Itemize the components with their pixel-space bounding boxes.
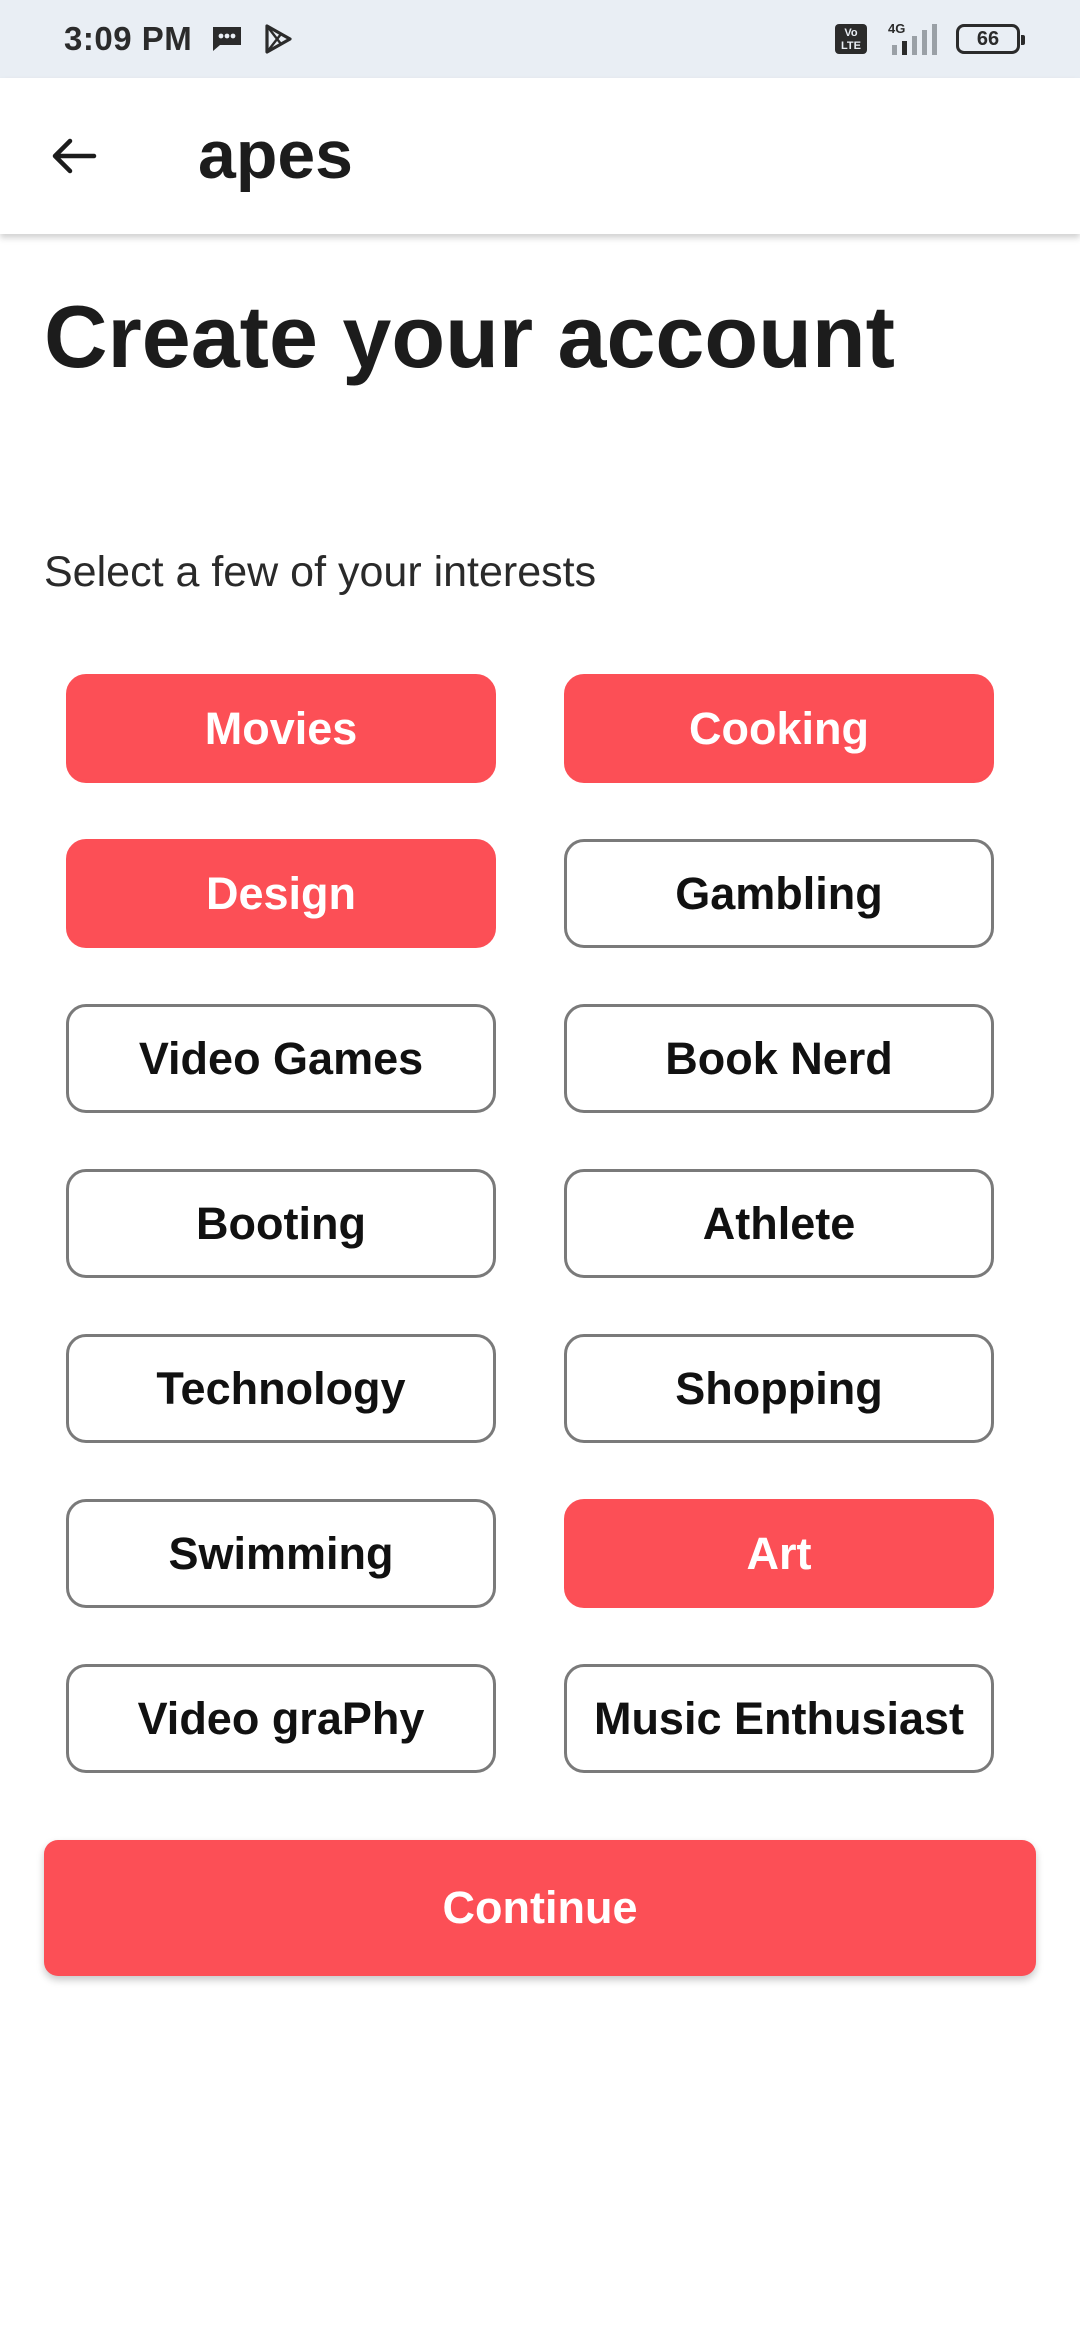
volte-text-bottom: LTE bbox=[841, 40, 861, 52]
message-icon bbox=[210, 24, 244, 54]
volte-text-top: Vo bbox=[844, 27, 858, 39]
interest-chip[interactable]: Athlete bbox=[564, 1169, 994, 1278]
page-subtitle: Select a few of your interests bbox=[44, 548, 597, 596]
back-button[interactable] bbox=[40, 122, 108, 190]
interest-chip[interactable]: Movies bbox=[66, 674, 496, 783]
interest-chip[interactable]: Shopping bbox=[564, 1334, 994, 1443]
interest-grid: Movies Cooking Design Gambling Video Games Bo… bbox=[66, 674, 994, 1773]
app-title: apes bbox=[198, 117, 353, 193]
status-bar-right: Vo LTE 4G 66 bbox=[834, 21, 1025, 57]
volte-icon: Vo LTE bbox=[834, 23, 868, 55]
interest-chip[interactable]: Book Nerd bbox=[564, 1004, 994, 1113]
signal-4g-icon: 4G bbox=[884, 21, 940, 57]
interest-chip[interactable]: Booting bbox=[66, 1169, 496, 1278]
battery-level: 66 bbox=[976, 27, 1000, 50]
network-label: 4G bbox=[888, 21, 905, 36]
play-store-icon bbox=[262, 23, 294, 55]
status-bar: 3:09 PM Vo LTE 4G 66 bbox=[0, 0, 1080, 78]
interest-chip[interactable]: Art bbox=[564, 1499, 994, 1608]
status-bar-left: 3:09 PM bbox=[64, 20, 294, 58]
status-time: 3:09 PM bbox=[64, 20, 193, 57]
arrow-left-icon bbox=[52, 138, 97, 174]
interest-chip[interactable]: Cooking bbox=[564, 674, 994, 783]
interest-chip[interactable]: Video Games bbox=[66, 1004, 496, 1113]
app-bar: apes bbox=[0, 78, 1080, 234]
continue-button[interactable]: Continue bbox=[44, 1840, 1036, 1976]
interest-chip[interactable]: Gambling bbox=[564, 839, 994, 948]
interest-chip[interactable]: Technology bbox=[66, 1334, 496, 1443]
page-title: Create your account bbox=[44, 287, 895, 386]
interest-chip[interactable]: Music Enthusiast bbox=[564, 1664, 994, 1773]
interest-chip[interactable]: Design bbox=[66, 839, 496, 948]
interest-chip[interactable]: Video graPhy bbox=[66, 1664, 496, 1773]
interest-chip[interactable]: Swimming bbox=[66, 1499, 496, 1608]
battery-indicator: 66 bbox=[956, 24, 1025, 54]
